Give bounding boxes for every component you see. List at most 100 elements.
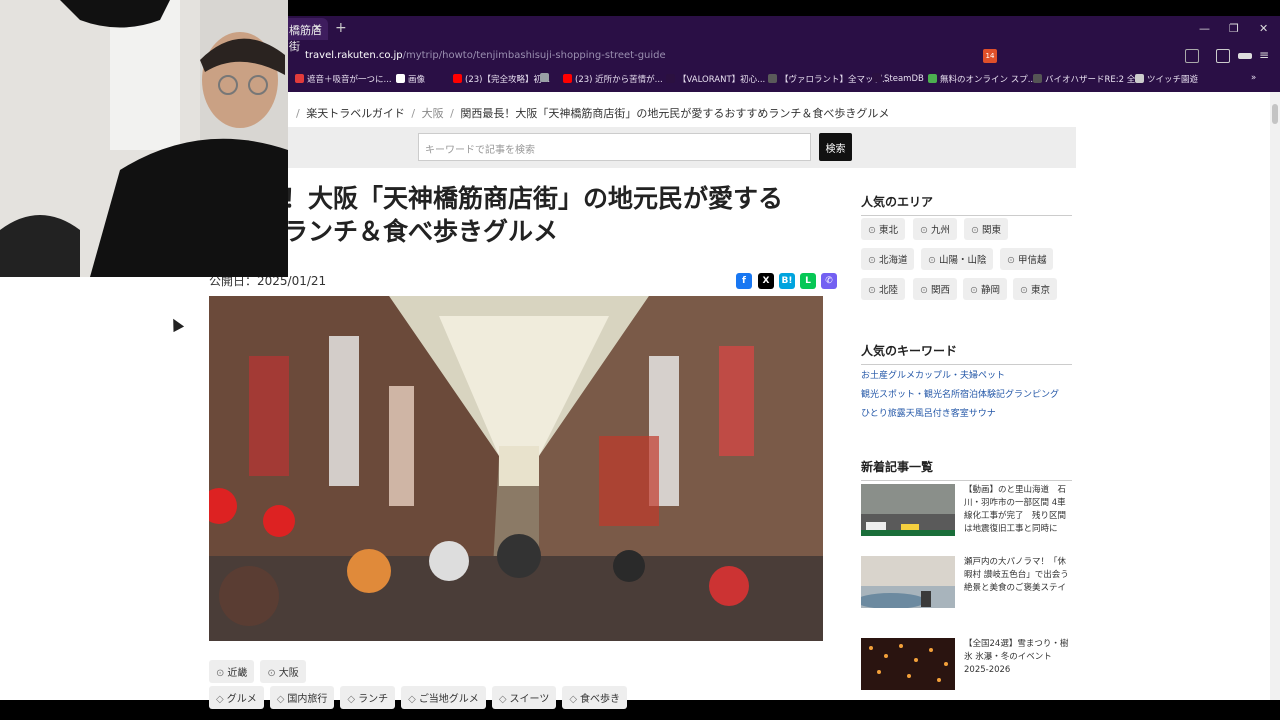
location-pin-icon: ⊙ xyxy=(216,668,225,679)
hatena-share-icon[interactable]: B! xyxy=(779,273,795,289)
tag-label: ご当地グルメ xyxy=(418,694,479,705)
article-title: 長！大阪「天神橋筋商店街」の地元民が愛する めランチ＆食べ歩きグルメ xyxy=(258,182,848,248)
hero-image xyxy=(209,296,823,641)
shopping-arcade-photo xyxy=(209,296,823,641)
area-button[interactable]: ⊙ 北陸 xyxy=(861,278,905,300)
bookmark-item[interactable]: 画像 xyxy=(396,73,425,85)
bookmark-item[interactable]: ツイッチ園遊 xyxy=(1135,73,1198,85)
area-button[interactable]: ⊙ 九州 xyxy=(913,218,957,240)
tag-icon: ◇ xyxy=(408,694,416,705)
new-tab-button[interactable]: + xyxy=(335,20,347,36)
tag-icon: ◇ xyxy=(347,694,356,705)
topic-tag[interactable]: ◇ グルメ xyxy=(209,686,264,709)
breadcrumb-separator: / xyxy=(450,107,454,120)
region-tag[interactable]: ⊙ 近畿 xyxy=(209,660,255,683)
search-button[interactable]: 検索 xyxy=(819,133,852,161)
bookmark-item[interactable]: (23) 近所から苦情が... xyxy=(563,73,663,85)
area-button[interactable]: ⊙ 東京 xyxy=(1013,278,1057,300)
tab-close-icon[interactable]: ✕ xyxy=(312,21,322,35)
line-share-icon[interactable]: L xyxy=(800,273,816,289)
menu-icon[interactable]: ≡ xyxy=(1259,49,1273,63)
news-item[interactable]: 【全国24選】雪まつり・樹氷 氷瀑・冬のイベント2025-2026 xyxy=(861,638,1072,692)
breadcrumb-home-link[interactable]: 楽天トラベルガイド xyxy=(306,107,405,120)
minimize-button[interactable]: — xyxy=(1199,22,1210,35)
active-tab[interactable]: 橋筋店街 ✕ xyxy=(283,18,328,53)
bookmark-label: 無料のオンライン スプ... xyxy=(940,75,1036,85)
bookmark-item[interactable]: バイオハザードRE:2 全... xyxy=(1033,73,1143,85)
brave-shield-icon[interactable]: 14 xyxy=(983,49,997,63)
wallet-icon[interactable] xyxy=(1238,53,1252,59)
bookmark-item[interactable]: 遮音＋吸音が一つに... xyxy=(295,73,392,85)
tag-icon: ◇ xyxy=(216,694,224,705)
breadcrumb: / 楽天トラベルガイド / 大阪 / 関西最長！大阪「天神橋筋商店街」の地元民が… xyxy=(293,105,889,121)
bookmark-favicon-icon xyxy=(295,74,304,83)
area-label: 東北 xyxy=(878,225,898,236)
bookmark-item[interactable]: (23)【完全攻略】初... xyxy=(453,73,550,85)
maximize-button[interactable]: ❐ xyxy=(1229,22,1239,35)
bookmark-item[interactable]: 【VALORANT】初心... xyxy=(666,73,765,85)
address-bar[interactable]: travel.rakuten.co.jp/mytrip/howto/tenjim… xyxy=(283,46,983,66)
keyword-link[interactable]: 観光スポット・観光名所宿泊体験記グランピング xyxy=(861,387,1059,400)
area-button[interactable]: ⊙ 山陽・山陰 xyxy=(921,248,994,270)
article-title-line-2: めランチ＆食べ歩きグルメ xyxy=(258,217,559,246)
area-button[interactable]: ⊙ 関西 xyxy=(913,278,957,300)
popular-areas-heading: 人気のエリア xyxy=(861,193,1072,216)
topic-tag[interactable]: ◇ ご当地グルメ xyxy=(401,686,486,709)
topic-tag[interactable]: ◇ 国内旅行 xyxy=(269,686,335,709)
split-view-icon[interactable] xyxy=(1216,49,1230,63)
area-button[interactable]: ⊙ 静岡 xyxy=(963,278,1007,300)
bookmark-item[interactable]: 無料のオンライン スプ... xyxy=(928,73,1036,85)
news-item[interactable]: 瀬戸内の大パノラマ！「休暇村 讃岐五色台」で出会う絶景と美食のご褒美ステイ xyxy=(861,556,1072,610)
bookmark-item[interactable] xyxy=(540,73,552,84)
area-label: 北海道 xyxy=(878,255,908,266)
bookmark-label: バイオハザードRE:2 全... xyxy=(1045,75,1144,85)
area-button[interactable]: ⊙ 甲信越 xyxy=(1000,248,1054,270)
news-thumbnail xyxy=(861,556,955,608)
bookmark-favicon-icon xyxy=(872,73,881,82)
area-button[interactable]: ⊙ 関東 xyxy=(964,218,1008,240)
bookmark-item[interactable]: SteamDB xyxy=(872,73,924,84)
area-button[interactable]: ⊙ 東北 xyxy=(861,218,905,240)
seaside-terrace-photo xyxy=(861,556,955,608)
new-articles-section: 新着記事一覧 xyxy=(861,458,1072,481)
keyword-link[interactable]: ひとり旅露天風呂付き客室サウナ xyxy=(861,406,996,419)
highway-construction-photo xyxy=(861,484,955,536)
breadcrumb-separator: / xyxy=(411,107,416,120)
facebook-share-icon[interactable]: f xyxy=(736,273,752,289)
topic-tag[interactable]: ◇ 食べ歩き xyxy=(562,686,628,709)
topic-tag[interactable]: ◇ ランチ xyxy=(340,686,396,709)
topic-tag[interactable]: ◇ スイーツ xyxy=(491,686,557,709)
region-tag[interactable]: ⊙ 大阪 xyxy=(260,660,306,683)
bookmarks-overflow-icon[interactable]: » xyxy=(1251,73,1256,83)
lantern-festival-photo xyxy=(861,638,955,690)
screen-bottom-bar xyxy=(0,700,1280,720)
bookmark-label: (23) 近所から苦情が... xyxy=(575,75,663,85)
location-pin-icon: ⊙ xyxy=(970,285,978,296)
area-button[interactable]: ⊙ 北海道 xyxy=(861,248,915,270)
viber-share-icon[interactable]: ✆ xyxy=(821,273,837,289)
bookmark-favicon-icon xyxy=(768,74,777,83)
bookmark-favicon-icon xyxy=(396,74,405,83)
tag-label: スイーツ xyxy=(509,694,550,705)
popular-keywords-section: 人気のキーワード xyxy=(861,342,1072,365)
sidebar-toggle-icon[interactable] xyxy=(1185,49,1199,63)
bookmark-label: SteamDB xyxy=(884,74,924,84)
breadcrumb-separator: / xyxy=(296,107,300,120)
news-item[interactable]: 【動画】のと里山海道 石川・羽咋市の一部区間 4車線化工事が完了 残り区間は地震… xyxy=(861,484,1072,538)
scrollbar-thumb[interactable] xyxy=(1272,104,1278,124)
location-pin-icon: ⊙ xyxy=(267,668,276,679)
news-title: 【全国24選】雪まつり・樹氷 氷瀑・冬のイベント2025-2026 xyxy=(964,639,1069,675)
article-search-input[interactable]: キーワードで記事を検索 xyxy=(418,133,811,161)
news-thumbnail xyxy=(861,638,955,690)
bookmark-favicon-icon xyxy=(453,74,462,83)
window-close-button[interactable]: ✕ xyxy=(1259,22,1268,35)
area-label: 北陸 xyxy=(878,285,898,296)
page-scrollbar[interactable] xyxy=(1270,92,1280,700)
tag-label: 食べ歩き xyxy=(580,694,621,705)
breadcrumb-area-link[interactable]: 大阪 xyxy=(422,107,444,120)
x-share-icon[interactable]: X xyxy=(758,273,774,289)
keyword-link[interactable]: お土産グルメカップル・夫婦ペット xyxy=(861,368,1005,381)
tag-label: 国内旅行 xyxy=(287,694,328,705)
area-label: 甲信越 xyxy=(1017,255,1047,266)
area-label: 静岡 xyxy=(980,285,1000,296)
